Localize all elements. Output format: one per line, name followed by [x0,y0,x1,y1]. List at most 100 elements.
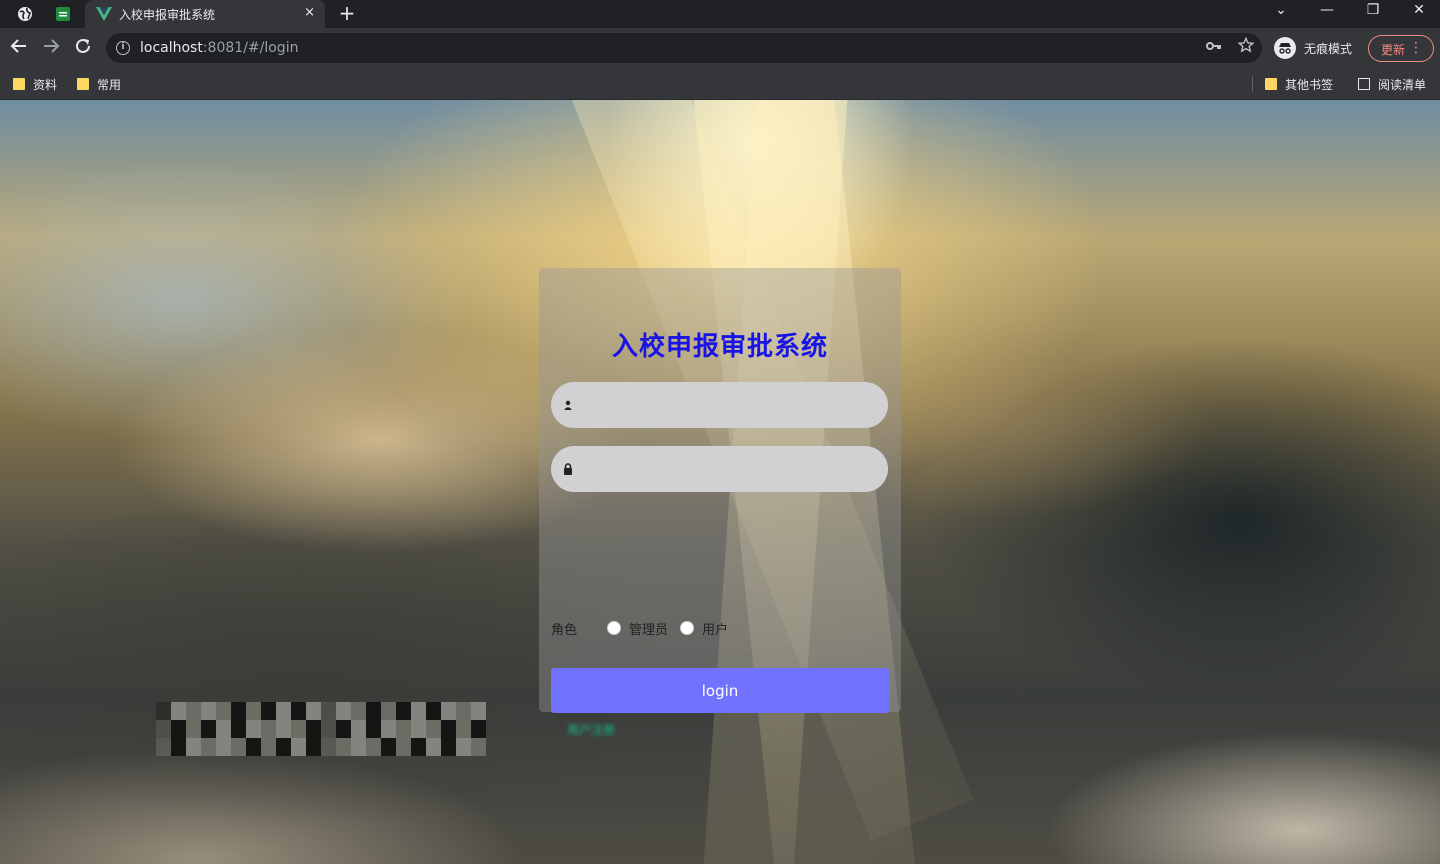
bookmark-label: 资料 [33,77,58,92]
mosaic-cell [336,702,351,720]
mosaic-cell [351,738,366,756]
more-menu-icon[interactable]: ⋮ [1409,40,1423,56]
mosaic-cell [306,720,321,738]
mosaic-cell [291,702,306,720]
role-selector: 角色 管理员 用户 [551,618,740,638]
mosaic-cell [246,702,261,720]
mosaic-cell [396,702,411,720]
mosaic-cell [411,720,426,738]
username-input[interactable] [579,382,879,428]
update-button[interactable]: 更新 ⋮ [1368,35,1434,62]
mosaic-cell [336,738,351,756]
mosaic-cell [246,738,261,756]
active-tab[interactable]: 入校申报审批系统 × [85,0,325,28]
role-user-label[interactable]: 用户 [702,619,728,638]
tab-title: 入校申报审批系统 [119,8,216,22]
mosaic-cell [306,702,321,720]
role-admin-label[interactable]: 管理员 [629,619,668,638]
password-field[interactable] [551,446,888,492]
pixelated-watermark [156,702,486,756]
bookmarks-bar: 资料 常用 其他书签 阅读清单 [0,68,1440,100]
reload-icon[interactable] [72,37,94,59]
mosaic-cell [381,702,396,720]
password-input[interactable] [579,446,879,492]
minimize-button[interactable]: — [1316,2,1338,18]
url-text[interactable]: localhost:8081/#/login [140,40,298,56]
mosaic-cell [276,738,291,756]
mosaic-cell [216,702,231,720]
mosaic-cell [366,720,381,738]
mosaic-cell [456,702,471,720]
mosaic-cell [261,702,276,720]
mosaic-cell [246,720,261,738]
mosaic-cell [276,720,291,738]
mosaic-cell [351,702,366,720]
restore-button[interactable]: ❐ [1362,2,1384,18]
system-title: 入校申报审批系统 [611,332,828,362]
mosaic-cell [441,702,456,720]
mosaic-cell [456,738,471,756]
login-page-background: 入校申报审批系统 角色 管理员 用户 login 用户注册 [0,100,1440,864]
mosaic-cell [186,702,201,720]
tab-search-icon[interactable]: ⌄ [1270,2,1292,18]
mosaic-cell [366,738,381,756]
other-bookmarks-label: 其他书签 [1285,77,1334,92]
mosaic-cell [351,720,366,738]
mosaic-cell [201,720,216,738]
mosaic-cell [426,720,441,738]
reading-list[interactable]: 阅读清单 [1358,74,1426,94]
mosaic-cell [426,702,441,720]
mosaic-cell [396,720,411,738]
role-user-radio[interactable] [680,621,695,635]
mosaic-cell [171,720,186,738]
other-bookmarks[interactable]: 其他书签 [1265,74,1333,94]
mosaic-cell [426,738,441,756]
mosaic-cell [381,738,396,756]
lock-icon [561,462,575,476]
role-admin-radio[interactable] [607,621,621,635]
mosaic-cell [306,738,321,756]
mosaic-cell [186,738,201,756]
mosaic-cell [201,738,216,756]
mosaic-cell [276,702,291,720]
mosaic-cell [216,720,231,738]
mosaic-cell [156,738,171,756]
incognito-label: 无痕模式 [1304,41,1353,56]
pinned-tab-icon[interactable] [52,3,74,25]
mosaic-cell [411,738,426,756]
role-label: 角色 [551,622,578,638]
folder-icon [13,78,25,90]
login-button[interactable]: login [551,668,889,713]
forward-arrow-icon[interactable] [40,37,62,59]
password-key-icon[interactable] [1206,39,1222,57]
mosaic-cell [336,720,351,738]
mosaic-cell [156,720,171,738]
tab-close-icon[interactable]: × [304,5,315,20]
update-label: 更新 [1381,43,1406,57]
new-tab-button[interactable]: + [337,1,357,25]
bookmark-folder-changyong[interactable]: 常用 [77,74,121,94]
site-info-icon[interactable]: i [116,41,130,55]
mosaic-cell [456,720,471,738]
folder-icon [1265,78,1277,90]
mosaic-cell [411,702,426,720]
mosaic-cell [186,720,201,738]
incognito-indicator[interactable]: 无痕模式 [1274,35,1352,61]
register-link[interactable]: 用户注册 [567,721,615,738]
mosaic-cell [471,702,486,720]
browser-globe-icon[interactable] [14,3,36,25]
reading-list-label: 阅读清单 [1378,77,1427,92]
bookmark-star-icon[interactable] [1237,36,1255,57]
bookmark-folder-ziliao[interactable]: 资料 [13,74,57,94]
vue-logo-icon [93,3,115,25]
mosaic-cell [471,720,486,738]
mosaic-cell [441,720,456,738]
user-icon [561,398,575,412]
login-card: 入校申报审批系统 角色 管理员 用户 login 用户注册 [539,268,901,737]
mosaic-cell [231,720,246,738]
close-window-button[interactable]: ✕ [1408,2,1430,18]
back-arrow-icon[interactable] [8,37,30,59]
username-field[interactable] [551,382,888,428]
address-bar[interactable]: i localhost:8081/#/login [106,33,1262,63]
mosaic-cell [231,738,246,756]
